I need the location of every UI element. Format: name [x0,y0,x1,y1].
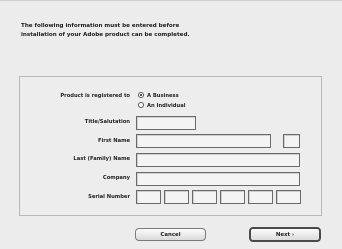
first-name-field[interactable] [136,134,271,148]
registered-to-label: Product is registered to [60,93,130,99]
company-field[interactable] [136,172,300,186]
serial-segment-6[interactable] [276,190,301,204]
first-name-label: First Name [97,138,130,144]
last-name-label: Last (Family) Name [73,156,130,162]
serial-segment-4[interactable] [220,190,245,204]
radio-individual-label: An Individual [147,103,186,109]
next-button[interactable]: Next › [249,227,321,242]
last-name-field[interactable] [136,153,300,167]
serial-segment-3[interactable] [192,190,217,204]
title-salutation-label: Title/Salutation [84,119,130,125]
registration-dialog: The following information must be entere… [0,0,342,249]
serial-number-label: Serial Number [88,194,130,200]
serial-segment-2[interactable] [164,190,189,204]
radio-business-label: A Business [147,93,179,99]
middle-initial-field[interactable] [283,134,300,148]
cancel-button[interactable]: Cancel [135,228,206,241]
intro-line-1: The following information must be entere… [21,23,180,29]
radio-individual[interactable] [138,102,144,108]
company-label: Company [102,175,130,181]
next-button-label: Next › [275,231,295,238]
title-salutation-field[interactable] [136,116,196,130]
intro-line-2: installation of your Adobe product can b… [21,31,190,38]
cancel-button-label: Cancel [160,231,181,238]
serial-segment-1[interactable] [136,190,161,204]
serial-segment-5[interactable] [248,190,273,204]
intro-text: The following information must be entere… [21,22,190,39]
radio-business[interactable] [138,92,144,98]
